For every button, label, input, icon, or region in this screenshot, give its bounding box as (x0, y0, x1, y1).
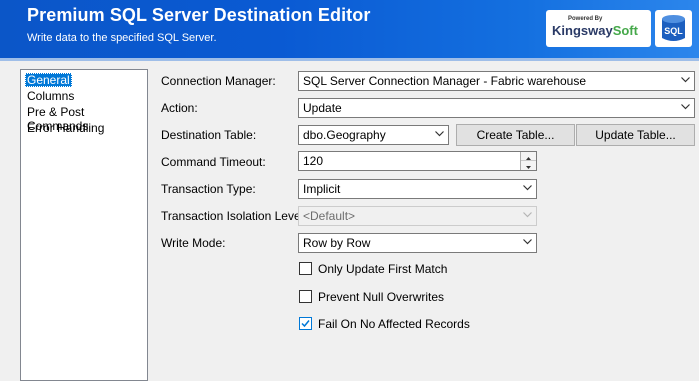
prevent-null-overwrites-label: Prevent Null Overwrites (318, 290, 445, 304)
command-timeout-value: 120 (303, 154, 324, 168)
fail-on-no-affected-records-checkbox[interactable] (299, 317, 312, 330)
logo-brand-accent: Soft (612, 23, 638, 38)
transaction-type-value: Implicit (303, 182, 341, 196)
destination-table-label: Destination Table: (161, 128, 257, 142)
command-timeout-stepper[interactable]: 120 (298, 151, 537, 171)
write-mode-select[interactable]: Row by Row (298, 233, 537, 253)
prevent-null-overwrites-checkbox[interactable] (299, 290, 312, 303)
chevron-down-icon (435, 131, 444, 137)
logo-brand-main: Kingsway (552, 23, 613, 38)
caret-down-icon (526, 166, 531, 169)
connection-manager-label: Connection Manager: (161, 74, 276, 88)
sql-icon-label: SQL (664, 26, 683, 36)
only-update-first-match-label: Only Update First Match (318, 262, 448, 276)
transaction-type-label: Transaction Type: (161, 182, 256, 196)
create-table-button[interactable]: Create Table... (456, 124, 575, 146)
sql-database-icon: SQL (655, 10, 692, 47)
write-mode-value: Row by Row (303, 236, 371, 250)
stepper-up-button[interactable] (521, 152, 536, 161)
logo-brand: KingswaySoft (552, 23, 638, 38)
header-divider (0, 58, 699, 61)
chevron-down-icon (523, 212, 532, 218)
chevron-down-icon (681, 104, 690, 110)
page-navigation-list[interactable]: General Columns Pre & Post Commands Erro… (20, 69, 148, 381)
transaction-isolation-level-select: <Default> (298, 206, 537, 226)
nav-item-general[interactable]: General (25, 73, 72, 87)
action-value: Update (303, 101, 342, 115)
transaction-type-select[interactable]: Implicit (298, 179, 537, 199)
checkmark-icon (301, 320, 310, 328)
editor-title: Premium SQL Server Destination Editor (27, 5, 371, 25)
editor-header: Premium SQL Server Destination Editor Wr… (0, 0, 699, 58)
transaction-isolation-level-value: <Default> (303, 209, 356, 223)
connection-manager-select[interactable]: SQL Server Connection Manager - Fabric w… (298, 71, 695, 91)
action-label: Action: (161, 101, 198, 115)
action-select[interactable]: Update (298, 98, 695, 118)
command-timeout-label: Command Timeout: (161, 155, 266, 169)
stepper-down-button[interactable] (521, 161, 536, 170)
chevron-down-icon (523, 239, 532, 245)
only-update-first-match-checkbox[interactable] (299, 262, 312, 275)
stepper-buttons (520, 152, 536, 170)
destination-table-select[interactable]: dbo.Geography (298, 125, 449, 145)
write-mode-label: Write Mode: (161, 236, 226, 250)
fail-on-no-affected-records-label: Fail On No Affected Records (318, 317, 470, 331)
nav-item-pre-post-commands[interactable]: Pre & Post Commands (25, 105, 147, 133)
destination-table-value: dbo.Geography (303, 128, 386, 142)
transaction-isolation-level-label: Transaction Isolation Level: (161, 209, 307, 223)
kingswaysoft-logo: Powered By KingswaySoft (546, 10, 651, 47)
editor-subtitle: Write data to the specified SQL Server. (27, 32, 217, 44)
connection-manager-value: SQL Server Connection Manager - Fabric w… (303, 74, 587, 88)
nav-item-columns[interactable]: Columns (25, 89, 76, 103)
chevron-down-icon (681, 77, 690, 83)
logo-powered-by: Powered By (568, 16, 603, 22)
nav-item-error-handling[interactable]: Error Handling (25, 121, 106, 135)
chevron-down-icon (523, 185, 532, 191)
update-table-button[interactable]: Update Table... (576, 124, 695, 146)
